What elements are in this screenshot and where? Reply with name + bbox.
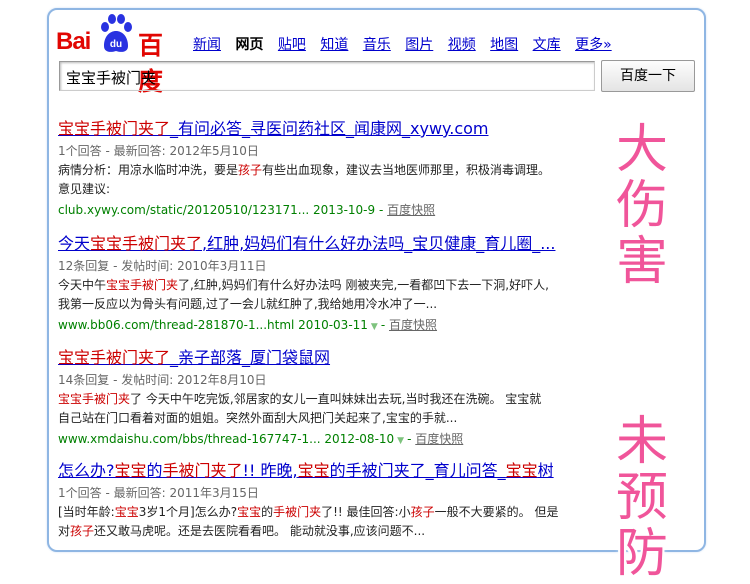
result-url-line: www.xmdaishu.com/bbs/thread-167747-1... … <box>58 432 464 446</box>
text-segment: 自己站在门口看着对面的姐姐。突然外面刮大风把门关起来了,宝宝的手就... <box>58 411 458 425</box>
result-meta: 1个回答 - 最新回答: 2011年3月15日 <box>58 486 259 500</box>
snapshot-link[interactable]: 百度快照 <box>387 203 435 217</box>
highlight-text: 宝宝 <box>297 461 330 480</box>
text-segment: 意见建议: <box>58 182 111 196</box>
nav-tieba[interactable]: 贴吧 <box>278 34 306 54</box>
text-segment: 病情分析：用凉水临时冲洗，要是 <box>58 163 239 177</box>
text-segment: !! 昨晚, <box>242 461 298 480</box>
result-item: 今天宝宝手被门夹了,红肿,妈妈们有什么好办法吗_宝贝健康_育儿圈_... 12条… <box>58 230 618 337</box>
logo-bai-text: Bai <box>56 28 91 55</box>
highlight-text: 宝宝手被门夹 <box>58 392 131 406</box>
highlight-text: 孩子 <box>410 505 435 519</box>
text-segment: _亲子部落_厦门袋鼠网 <box>170 348 331 367</box>
paw-icon: du <box>101 14 132 52</box>
text-segment: 今天中午 <box>58 278 107 292</box>
text-segment: 今天 <box>58 234 91 253</box>
highlight-text: 宝宝 <box>237 505 262 519</box>
text-segment: 还又敢马虎呢。还是去医院看看吧。 能动就没事,应该问题不... <box>94 524 426 538</box>
result-snippet-line: 我第一反应以为骨头有问题,过了一会儿就红肿了,我给她用冷水冲了一... <box>58 295 618 314</box>
highlight-text: 宝宝 <box>505 461 538 480</box>
highlight-text: 宝宝手被门夹 <box>106 278 179 292</box>
result-item: 怎么办?宝宝的手被门夹了!! 昨晚,宝宝的手被门夹了_育儿问答_宝宝树 1个回答… <box>58 457 618 541</box>
result-meta: 12条回复 - 发帖时间: 2010年3月11日 <box>58 259 267 273</box>
nav-web[interactable]: 网页 <box>235 34 263 54</box>
overlay-caption-bottom: 未预防 <box>615 412 668 584</box>
result-url[interactable]: club.xywy.com/static/20120510/123171... … <box>58 203 375 217</box>
nav-images[interactable]: 图片 <box>405 34 433 54</box>
nav-zhidao[interactable]: 知道 <box>320 34 348 54</box>
highlight-text: 宝宝手被门夹了 <box>58 348 171 367</box>
highlight-text: 宝宝手被门夹了 <box>90 234 203 253</box>
highlight-text: 宝宝手被门夹了 <box>58 119 171 138</box>
paw-du-text: du <box>110 39 122 50</box>
text-segment: 一般不大要紧的。 但是 <box>434 505 559 519</box>
result-title[interactable]: 宝宝手被门夹了_有问必答_寻医问药社区_闻康网_xywy.com <box>58 115 618 139</box>
text-segment: ,红肿,妈妈们有什么好办法吗_宝贝健康_育儿圈_... <box>202 234 556 253</box>
text-segment: 怎么办? <box>58 461 115 480</box>
result-snippet-line: 自己站在门口看着对面的姐姐。突然外面刮大风把门关起来了,宝宝的手就... <box>58 409 618 428</box>
result-title[interactable]: 怎么办?宝宝的手被门夹了!! 昨晚,宝宝的手被门夹了_育儿问答_宝宝树 <box>58 457 618 481</box>
text-segment: 的 <box>146 461 163 480</box>
text-segment: 对 <box>58 524 71 538</box>
nav-music[interactable]: 音乐 <box>363 34 391 54</box>
search-input[interactable]: 宝宝手被门夹 <box>59 61 595 91</box>
text-segment: 有些出血现象，建议去当地医师那里，积极消毒调理。 <box>262 163 551 177</box>
dropdown-triangle-icon[interactable]: ▼ <box>371 322 378 332</box>
result-snippet-line: 对孩子还又敢马虎呢。还是去医院看看吧。 能动就没事,应该问题不... <box>58 522 618 541</box>
nav-map[interactable]: 地图 <box>490 34 518 54</box>
text-segment: 了,红肿,妈妈们有什么好办法吗 刚被夹完,一看都凹下去一下洞,好吓人, <box>178 278 549 292</box>
result-meta: 1个回答 - 最新回答: 2012年5月10日 <box>58 144 259 158</box>
dropdown-triangle-icon[interactable]: ▼ <box>397 436 404 446</box>
text-segment: 我第一反应以为骨头有问题,过了一会儿就红肿了,我给她用冷水冲了一... <box>58 297 438 311</box>
result-title[interactable]: 今天宝宝手被门夹了,红肿,妈妈们有什么好办法吗_宝贝健康_育儿圈_... <box>58 230 618 254</box>
nav-wenku[interactable]: 文库 <box>533 34 561 54</box>
text-segment: 了!! 最佳回答:小 <box>321 505 411 519</box>
nav-more[interactable]: 更多» <box>575 34 612 54</box>
snapshot-link[interactable]: 百度快照 <box>415 432 463 446</box>
result-title[interactable]: 宝宝手被门夹了_亲子部落_厦门袋鼠网 <box>58 344 618 368</box>
search-button[interactable]: 百度一下 <box>601 60 695 92</box>
highlight-text: 手被门夹 <box>273 505 322 519</box>
result-snippet-line: [当时年龄:宝宝3岁1个月]怎么办?宝宝的手被门夹了!! 最佳回答:小孩子一般不… <box>58 503 618 522</box>
result-item: 宝宝手被门夹了_有问必答_寻医问药社区_闻康网_xywy.com 1个回答 - … <box>58 115 618 220</box>
text-segment: 的 <box>261 505 274 519</box>
result-meta: 14条回复 - 发帖时间: 2012年8月10日 <box>58 373 267 387</box>
search-value: 宝宝手被门夹 <box>66 69 157 87</box>
text-segment: 了 今天中午吃完饭,邻居家的女儿一直叫妹妹出去玩,当时我还在洗碗。 宝宝就 <box>130 392 542 406</box>
result-url[interactable]: www.bb06.com/thread-281870-1...html 2010… <box>58 318 368 332</box>
text-segment: 树 <box>537 461 554 480</box>
text-segment: [当时年龄: <box>58 505 115 519</box>
highlight-text: 孩子 <box>70 524 95 538</box>
result-snippet-line: 宝宝手被门夹了 今天中午吃完饭,邻居家的女儿一直叫妹妹出去玩,当时我还在洗碗。 … <box>58 390 618 409</box>
result-item: 宝宝手被门夹了_亲子部落_厦门袋鼠网 14条回复 - 发帖时间: 2012年8月… <box>58 344 618 451</box>
nav-bar: 新闻 网页 贴吧 知道 音乐 图片 视频 地图 文库 更多» <box>193 34 622 54</box>
overlay-caption-top: 大伤害 <box>615 120 668 292</box>
text-segment: 3岁1个月]怎么办? <box>138 505 238 519</box>
nav-news[interactable]: 新闻 <box>193 34 221 54</box>
result-url-line: www.bb06.com/thread-281870-1...html 2010… <box>58 318 438 332</box>
result-snippet-line: 意见建议: <box>58 180 618 199</box>
nav-video[interactable]: 视频 <box>448 34 476 54</box>
highlight-text: 孩子 <box>238 163 263 177</box>
result-url[interactable]: www.xmdaishu.com/bbs/thread-167747-1... … <box>58 432 394 446</box>
highlight-text: 宝宝 <box>114 461 147 480</box>
result-snippet-line: 病情分析：用凉水临时冲洗，要是孩子有些出血现象，建议去当地医师那里，积极消毒调理… <box>58 161 618 180</box>
highlight-text: 宝宝 <box>114 505 139 519</box>
result-snippet-line: 今天中午宝宝手被门夹了,红肿,妈妈们有什么好办法吗 刚被夹完,一看都凹下去一下洞… <box>58 276 618 295</box>
text-segment: _有问必答_寻医问药社区_闻康网_xywy.com <box>170 119 489 138</box>
highlight-text: 手被门夹了 <box>162 461 243 480</box>
snapshot-link[interactable]: 百度快照 <box>389 318 437 332</box>
result-url-line: club.xywy.com/static/20120510/123171... … <box>58 203 436 217</box>
text-segment: 的手被门夹了_育儿问答_ <box>329 461 506 480</box>
